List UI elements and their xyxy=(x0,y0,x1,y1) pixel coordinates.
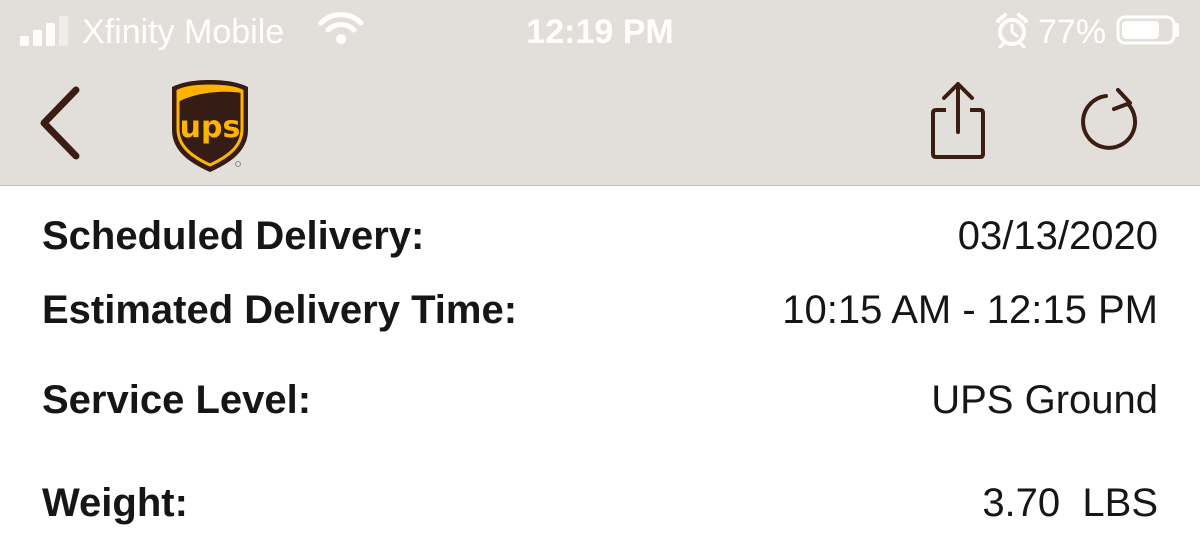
ups-logo-text: ups xyxy=(180,110,241,145)
refresh-button[interactable] xyxy=(1074,84,1150,160)
scheduled-delivery-value: 03/13/2020 xyxy=(957,214,1158,258)
share-button[interactable] xyxy=(920,80,996,160)
detail-row-service-level: Service Level: UPS Ground xyxy=(42,373,1158,427)
detail-row-estimated-delivery-time: Estimated Delivery Time: 10:15 AM - 12:1… xyxy=(42,283,1158,337)
alarm-icon xyxy=(996,13,1028,48)
battery-percent: 77% xyxy=(1038,13,1107,51)
back-button[interactable] xyxy=(24,82,94,164)
scheduled-delivery-label: Scheduled Delivery: xyxy=(42,214,425,258)
status-bar: Xfinity Mobile 12:19 PM 77% xyxy=(0,0,1200,64)
service-level-value: UPS Ground xyxy=(931,378,1158,422)
weight-label: Weight: xyxy=(42,481,188,525)
app-header: Xfinity Mobile 12:19 PM 77% ups xyxy=(0,0,1200,186)
service-level-label: Service Level: xyxy=(42,378,312,422)
shipment-details: Scheduled Delivery: 03/13/2020 Estimated… xyxy=(0,186,1200,557)
ups-logo: ups xyxy=(172,80,248,172)
weight-value: 3.70 LBS xyxy=(982,481,1158,525)
detail-row-scheduled-delivery: Scheduled Delivery: 03/13/2020 xyxy=(42,209,1158,263)
estimated-delivery-time-value: 10:15 AM - 12:15 PM xyxy=(782,288,1158,332)
estimated-delivery-time-label: Estimated Delivery Time: xyxy=(42,288,518,332)
navigation-bar: ups xyxy=(0,64,1200,186)
battery-icon xyxy=(1116,15,1179,45)
detail-row-weight: Weight: 3.70 LBS xyxy=(42,476,1158,530)
